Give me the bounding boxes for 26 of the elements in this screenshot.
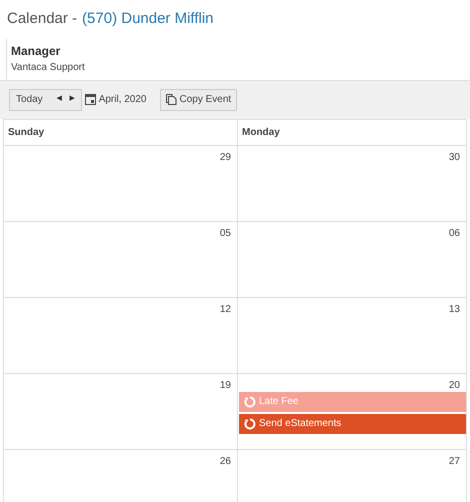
day-number: 29 [220,150,232,164]
company-title: (570) Dunder Mifflin [82,9,214,29]
manager-heading: Manager [11,42,62,60]
day-number: 27 [448,454,461,468]
calendar-event[interactable]: Send eStatements [239,414,466,434]
today-button[interactable]: Today [16,92,43,107]
day-header: Monday [238,120,467,144]
day-number: 06 [448,226,461,240]
month-label: April, 2020 [98,93,146,107]
day-number: 30 [448,150,461,164]
day-number: 26 [220,454,232,468]
event-label: Send eStatements [259,417,342,431]
manager-name: Vantaca Support [11,60,86,74]
day-number: 13 [448,302,461,316]
page-title: Calendar - [7,9,78,29]
day-header: Sunday [4,120,238,144]
day-number: 19 [220,378,232,392]
day-number: 12 [220,302,232,316]
refresh-icon [244,396,256,408]
event-label: Late Fee [259,395,298,409]
day-number: 05 [220,226,232,240]
refresh-icon [244,418,256,430]
copy-event-button[interactable]: Copy Event [160,88,238,110]
day-number: 20 [448,378,461,392]
copy-icon [166,94,176,105]
calendar-icon[interactable] [84,94,96,105]
